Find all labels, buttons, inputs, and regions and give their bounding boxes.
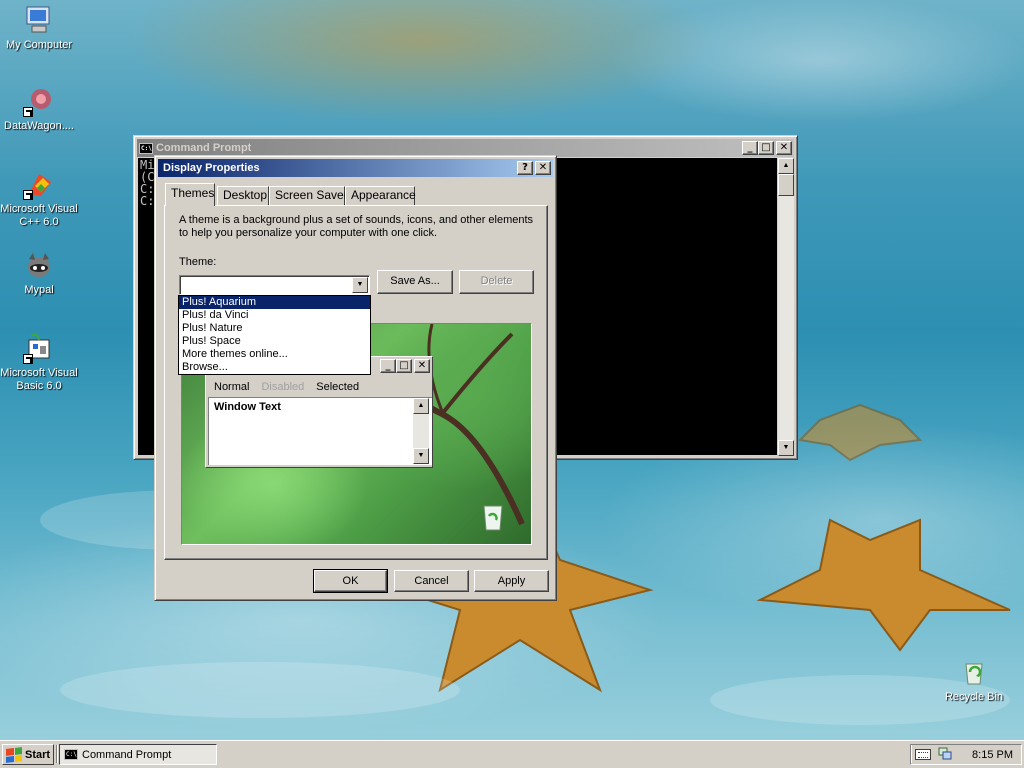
tab-screen-saver[interactable]: Screen Saver: [269, 186, 348, 205]
desktop-icon-datawagon[interactable]: DataWagon....: [0, 85, 79, 133]
minimize-button[interactable]: _: [742, 141, 758, 155]
desktop-icon-visual-basic[interactable]: Microsoft Visual Basic 6.0: [0, 332, 79, 393]
desktop-icon-my-computer[interactable]: My Computer: [0, 4, 79, 52]
window-title: Command Prompt: [156, 142, 252, 154]
help-button[interactable]: ?: [517, 161, 533, 175]
visual-cpp-icon: [23, 168, 55, 200]
taskbar-separator: [56, 745, 58, 763]
theme-option[interactable]: Plus! Nature: [179, 322, 370, 335]
tab-themes[interactable]: Themes: [165, 183, 215, 206]
datawagon-icon: [23, 85, 55, 117]
scroll-down-arrow-icon[interactable]: ▼: [778, 440, 794, 456]
cancel-button[interactable]: Cancel: [394, 570, 469, 592]
preview-scrollbar: ▲ ▼: [413, 398, 429, 464]
theme-dropdown-list[interactable]: Plus! Aquarium Plus! da Vinci Plus! Natu…: [178, 295, 371, 375]
desktop-icon-mypal[interactable]: Mypal: [0, 249, 79, 297]
tab-appearance[interactable]: Appearance: [345, 186, 416, 205]
chevron-down-icon[interactable]: ▼: [352, 277, 368, 293]
desktop-icon-visual-cpp[interactable]: Microsoft Visual C++ 6.0: [0, 168, 79, 229]
scroll-down-arrow-icon: ▼: [413, 448, 429, 464]
scroll-up-arrow-icon: ▲: [413, 398, 429, 414]
preview-tabs: Normal Disabled Selected: [214, 381, 359, 393]
taskbar-item-label: Command Prompt: [82, 748, 172, 761]
desktop-icon-label: Microsoft Visual Basic 6.0: [0, 367, 78, 392]
tab-desktop[interactable]: Desktop: [217, 186, 269, 205]
my-computer-icon: [23, 4, 55, 36]
clock[interactable]: 8:15 PM: [972, 749, 1013, 761]
window-text-label: Window Text: [214, 401, 281, 413]
preview-tab-normal: Normal: [214, 381, 250, 393]
desktop-icon-label: DataWagon....: [4, 120, 74, 132]
scroll-thumb[interactable]: [778, 174, 794, 196]
maximize-button[interactable]: □: [758, 141, 774, 155]
desktop-icon-label: Microsoft Visual C++ 6.0: [0, 203, 78, 228]
close-button[interactable]: ✕: [535, 161, 551, 175]
shortcut-arrow-icon: [23, 190, 33, 200]
maximize-icon: □: [396, 359, 412, 373]
preview-tab-disabled: Disabled: [261, 381, 305, 393]
dialog-title: Display Properties: [163, 162, 260, 174]
desktop-icon-label: Mypal: [24, 284, 54, 296]
desktop-icon-recycle-bin[interactable]: Recycle Bin: [934, 656, 1014, 704]
theme-combobox[interactable]: ▼: [179, 275, 370, 295]
command-prompt-icon: C:\: [139, 142, 153, 154]
theme-label: Theme:: [179, 256, 217, 268]
recycle-bin-icon: [958, 656, 990, 688]
windows-logo-icon: [6, 746, 22, 763]
display-properties-dialog[interactable]: Display Properties ? ✕ Themes Desktop Sc…: [154, 155, 557, 601]
network-icon[interactable]: [937, 745, 953, 764]
theme-option[interactable]: Plus! Aquarium: [179, 296, 370, 309]
theme-description: A theme is a background plus a set of so…: [179, 214, 534, 239]
keyboard-icon[interactable]: [915, 749, 931, 760]
delete-button[interactable]: Delete: [459, 270, 534, 294]
desktop-icon-label: My Computer: [5, 39, 73, 51]
close-icon: ✕: [414, 359, 430, 373]
preview-window-text: Window Text ▲ ▼: [208, 397, 432, 465]
save-as-button[interactable]: Save As...: [377, 270, 453, 294]
preview-window-controls: _ □ ✕: [380, 359, 430, 373]
vertical-scrollbar[interactable]: ▲ ▼: [778, 158, 794, 456]
ok-button[interactable]: OK: [313, 569, 388, 593]
minimize-icon: _: [380, 359, 396, 373]
start-label: Start: [25, 748, 51, 761]
start-button[interactable]: Start: [2, 744, 54, 765]
recycle-bin-icon: [480, 502, 506, 535]
close-button[interactable]: ✕: [776, 141, 792, 155]
theme-option[interactable]: Plus! da Vinci: [179, 309, 370, 322]
theme-option[interactable]: Plus! Space: [179, 335, 370, 348]
apply-button[interactable]: Apply: [474, 570, 549, 592]
theme-option[interactable]: Browse...: [179, 361, 370, 374]
mypal-icon: [23, 249, 55, 281]
visual-basic-icon: [23, 332, 55, 364]
system-tray: 8:15 PM: [910, 744, 1022, 765]
preview-tab-selected: Selected: [316, 381, 360, 393]
command-prompt-icon: C:\: [64, 749, 78, 760]
shortcut-arrow-icon: [23, 107, 33, 117]
desktop-icon-label: Recycle Bin: [944, 691, 1004, 703]
scroll-up-arrow-icon[interactable]: ▲: [778, 158, 794, 174]
shortcut-arrow-icon: [23, 354, 33, 364]
theme-option[interactable]: More themes online...: [179, 348, 370, 361]
display-properties-titlebar[interactable]: Display Properties ? ✕: [158, 159, 553, 177]
taskbar-item-command-prompt[interactable]: C:\ Command Prompt: [59, 744, 217, 765]
taskbar: Start C:\ Command Prompt 8:15 PM: [0, 740, 1024, 768]
